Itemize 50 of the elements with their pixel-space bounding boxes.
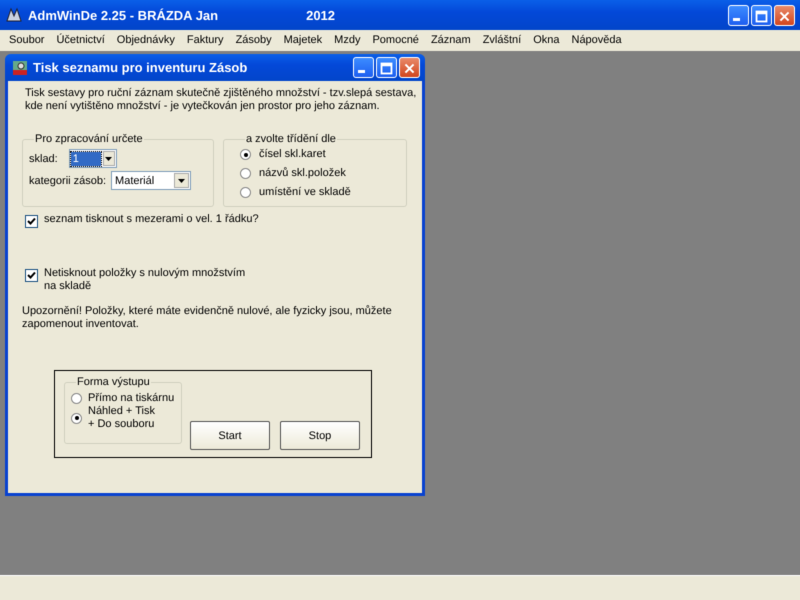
radio-label: názvů skl.položek	[259, 167, 346, 180]
radio-label: Přímo na tiskárnu	[88, 392, 174, 404]
menu-item[interactable]: Účetnictví	[50, 34, 111, 46]
menu-item[interactable]: Objednávky	[110, 34, 181, 46]
minimize-button[interactable]	[353, 57, 374, 78]
checkbox-label: seznam tisknout s mezerami o vel. 1 řádku?	[44, 213, 259, 226]
minimize-icon	[733, 18, 740, 20]
minimize-button[interactable]	[728, 4, 749, 26]
dialog-title: Tisk seznamu pro inventuru Zásob	[33, 60, 248, 75]
radio-label: čísel skl.karet	[259, 148, 326, 161]
radio-button[interactable]	[71, 392, 82, 404]
radio-button[interactable]	[71, 412, 82, 424]
menu-item[interactable]: Zvláštní	[476, 34, 528, 46]
group-legend: Pro zpracování určete	[34, 133, 144, 145]
field-label: kategorii zásob:	[29, 174, 106, 186]
checkbox-label: Netisknout položky s nulovým množstvím na skladě	[44, 267, 246, 293]
menu-item[interactable]: Záznam	[424, 34, 477, 46]
radio-button[interactable]	[240, 168, 251, 179]
stop-button[interactable]: Stop	[280, 421, 360, 450]
radio-label: Náhled + Tisk + Do souboru	[88, 405, 155, 431]
window-year: 2012	[306, 8, 336, 22]
menu-item[interactable]: Faktury	[180, 34, 230, 46]
menu-item[interactable]: Zásoby	[230, 34, 278, 46]
menu-item[interactable]: Okna	[527, 34, 566, 46]
menu-item[interactable]: Nápověda	[566, 34, 628, 46]
radio-label: umístění ve skladě	[259, 186, 351, 199]
close-button[interactable]	[399, 57, 420, 78]
dropdown-field[interactable]: Materiál	[111, 171, 192, 190]
menu-item[interactable]: Soubor	[3, 34, 50, 46]
dropdown-field[interactable]: 1	[68, 149, 117, 168]
app-icon	[6, 7, 22, 23]
maximize-button[interactable]	[376, 57, 397, 78]
checkbox[interactable]	[25, 215, 38, 228]
group-legend: Forma výstupu	[76, 376, 151, 388]
menu-item[interactable]: Pomocné	[366, 34, 425, 46]
minimize-icon	[358, 70, 365, 73]
field-label: sklad:	[29, 152, 58, 164]
app-icon	[12, 60, 28, 76]
checkbox[interactable]	[25, 269, 38, 282]
start-button[interactable]: Start	[190, 421, 270, 450]
menu-item[interactable]: Mzdy	[328, 34, 366, 46]
radio-button[interactable]	[240, 149, 251, 160]
menu-item[interactable]: Majetek	[278, 34, 328, 46]
radio-button[interactable]	[240, 187, 251, 198]
warning-text: Upozornění! Položky, které máte evidenčně nulové, ale fyzicky jsou, můžete zapomenout inventovat.	[22, 305, 393, 331]
window-title: AdmWinDe 2.25 - BRÁZDA Jan	[28, 8, 218, 22]
intro-text: Tisk sestavy pro ruční záznam skutečně zjištěného množství - tzv.slepá sestava, kde není vytištěno množství - je vytečkován jen prostor pro jeho záznam.	[25, 87, 418, 113]
close-button[interactable]	[774, 4, 795, 26]
maximize-button[interactable]	[751, 4, 772, 26]
group-legend: a zvolte třídění dle	[245, 133, 337, 145]
